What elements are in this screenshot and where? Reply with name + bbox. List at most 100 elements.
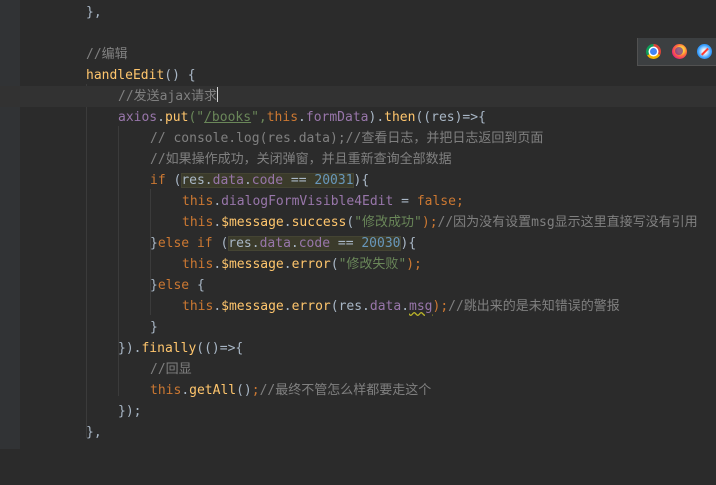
string: "修改失败" xyxy=(338,257,407,272)
keyword: false xyxy=(416,194,456,209)
code-line-20: }); xyxy=(0,401,716,422)
code-line-11: this.$message.success("修改成功");//因为没有设置ms… xyxy=(0,212,716,233)
token: }). xyxy=(118,341,142,356)
code-line-7: // console.log(res.data);//查看日志，并把日志返回到页… xyxy=(0,128,716,149)
property: code xyxy=(298,236,331,251)
highlighted-condition: res.data.code == 20030 xyxy=(228,236,401,251)
string: "修改成功" xyxy=(354,215,422,230)
token: = xyxy=(393,194,417,209)
code-line-1: }, xyxy=(0,2,716,23)
token: } xyxy=(150,278,158,293)
token: . xyxy=(213,299,222,314)
code-line-3: //编辑 xyxy=(0,44,716,65)
token: ( xyxy=(212,236,229,251)
token: . xyxy=(283,215,292,230)
property: dialogFormVisible4Edit xyxy=(221,194,394,209)
token: ( xyxy=(165,173,182,188)
token: . xyxy=(251,236,260,251)
token: }, xyxy=(86,5,102,20)
comment: //回显 xyxy=(150,362,192,377)
browser-preview-bar xyxy=(637,38,716,66)
token: ", xyxy=(251,110,267,125)
token: ). xyxy=(368,110,385,125)
token: ((res)=>{ xyxy=(415,110,486,125)
token: { xyxy=(189,278,205,293)
token: ){ xyxy=(353,173,370,188)
token: ); xyxy=(432,299,449,314)
code-line-13: this.$message.error("修改失败"); xyxy=(0,254,716,275)
token: ( xyxy=(330,257,339,272)
token: ; xyxy=(251,383,260,398)
code-line-18: //回显 xyxy=(0,359,716,380)
keyword: this xyxy=(182,215,214,230)
token: . xyxy=(213,194,222,209)
property: code xyxy=(251,173,284,188)
code-line-15: this.$message.error(res.data.msg);//跳出来的… xyxy=(0,296,716,317)
token: . xyxy=(362,299,370,314)
identifier: axios xyxy=(118,110,158,125)
token: . xyxy=(243,173,252,188)
property: $message xyxy=(221,215,284,230)
token: == xyxy=(330,236,362,251)
token: ; xyxy=(455,194,464,209)
token: () xyxy=(236,383,252,398)
number: 20031 xyxy=(314,173,354,188)
property: data xyxy=(369,299,402,314)
function-call: put xyxy=(164,110,189,125)
code-line-9: if (res.data.code == 20031){ xyxy=(0,170,716,191)
token: (()=>{ xyxy=(196,341,244,356)
comment: //发送ajax请求 xyxy=(118,89,217,104)
number: 20030 xyxy=(361,236,401,251)
comment: //最终不管怎么样都要走这个 xyxy=(259,383,432,398)
property: data xyxy=(259,236,291,251)
token: . xyxy=(213,257,222,272)
code-editor[interactable]: }, //编辑 handleEdit() { //发送ajax请求 axios.… xyxy=(0,0,716,449)
function-call: error xyxy=(291,299,331,314)
keyword: else if xyxy=(157,236,213,251)
code-line-21: }, xyxy=(0,422,716,443)
method-name: handleEdit xyxy=(86,68,165,83)
token: . xyxy=(290,236,299,251)
code-line-8: //如果操作成功，关闭弹窗，并且重新查询全部数据 xyxy=(0,149,716,170)
chrome-icon[interactable] xyxy=(646,44,661,59)
code-line-5-current[interactable]: //发送ajax请求 xyxy=(0,86,716,107)
code-line-6: axios.put("/books",this.formData).then((… xyxy=(0,107,716,128)
identifier: res xyxy=(181,173,205,188)
safari-icon[interactable] xyxy=(697,44,712,59)
property: $message xyxy=(221,299,284,314)
highlighted-condition: res.data.code == 20031 xyxy=(181,173,354,188)
function-call: error xyxy=(291,257,331,272)
token: . xyxy=(298,110,306,125)
token: ); xyxy=(406,257,422,272)
token: . xyxy=(213,215,222,230)
comment: //跳出来的是未知错误的警报 xyxy=(448,299,620,314)
token: . xyxy=(204,173,213,188)
keyword: this xyxy=(266,110,299,125)
code-line-19: this.getAll();//最终不管怎么样都要走这个 xyxy=(0,380,716,401)
token: } xyxy=(150,236,158,251)
token: }, xyxy=(86,425,102,440)
firefox-icon[interactable] xyxy=(672,44,687,59)
token: () { xyxy=(164,68,196,83)
token: }); xyxy=(118,404,142,419)
property: $message xyxy=(221,257,284,272)
token: . xyxy=(283,299,292,314)
keyword: this xyxy=(150,383,182,398)
token: . xyxy=(157,110,165,125)
token: ){ xyxy=(400,236,417,251)
property: formData xyxy=(305,110,369,125)
url-link[interactable]: /books xyxy=(204,110,251,125)
text-cursor xyxy=(216,87,219,102)
token: (" xyxy=(188,110,205,125)
comment: //因为没有设置msg显示这里直接写没有引用 xyxy=(437,215,698,230)
code-line-16: } xyxy=(0,317,716,338)
comment: // console.log(res.data);//查看日志，并把日志返回到页… xyxy=(150,131,544,146)
keyword: if xyxy=(150,173,166,188)
token: == xyxy=(283,173,315,188)
keyword: else xyxy=(157,278,190,293)
code-line-12: }else if (res.data.code == 20030){ xyxy=(0,233,716,254)
keyword: this xyxy=(182,194,214,209)
property: data xyxy=(212,173,244,188)
function-call: then xyxy=(384,110,416,125)
comment: //如果操作成功，关闭弹窗，并且重新查询全部数据 xyxy=(150,152,452,167)
